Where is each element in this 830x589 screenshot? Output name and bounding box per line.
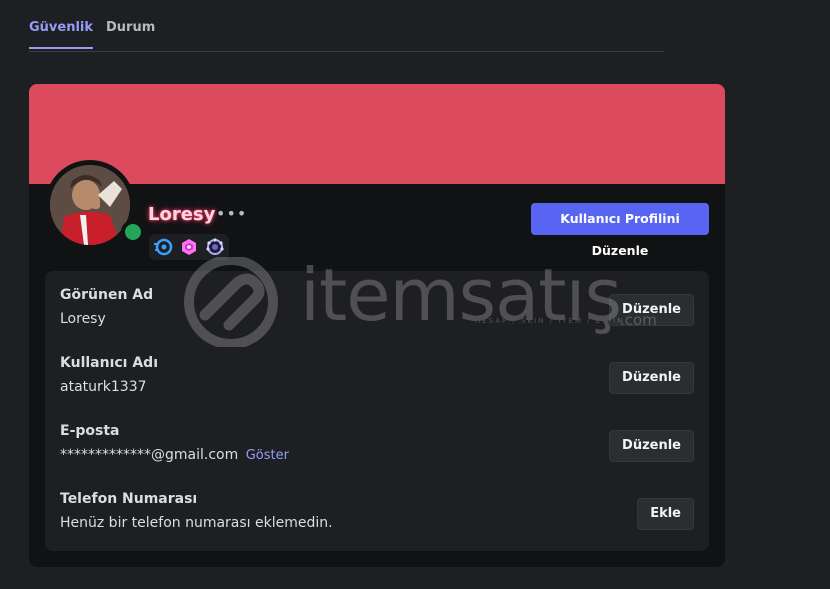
settings-tabs: Güvenlik Durum	[29, 0, 664, 52]
field-value: Loresy	[60, 311, 106, 327]
field-value: *************@gmail.com Göster	[60, 447, 289, 463]
hypesquad-gem-badge-icon[interactable]	[179, 237, 199, 257]
tab-security[interactable]: Güvenlik	[29, 20, 94, 49]
edit-email-button[interactable]: Düzenle	[609, 430, 694, 462]
more-options-icon[interactable]: •••	[216, 204, 247, 223]
avatar[interactable]	[50, 165, 130, 245]
field-value: Henüz bir telefon numarası eklemedin.	[60, 515, 333, 531]
edit-display-name-button[interactable]: Düzenle	[609, 294, 694, 326]
add-phone-button[interactable]: Ekle	[637, 498, 694, 530]
avatar-photo	[50, 165, 130, 245]
field-username: Kullanıcı Adı ataturk1337 Düzenle	[60, 355, 694, 405]
online-status-icon	[125, 224, 141, 240]
reveal-email-link[interactable]: Göster	[246, 448, 289, 463]
edit-username-button[interactable]: Düzenle	[609, 362, 694, 394]
nitro-laurel-badge-icon[interactable]	[205, 237, 225, 257]
status-indicator	[121, 220, 145, 244]
email-masked-value: *************@gmail.com	[60, 447, 239, 463]
field-display-name: Görünen Ad Loresy Düzenle	[60, 287, 694, 337]
field-phone: Telefon Numarası Henüz bir telefon numar…	[60, 491, 694, 541]
profile-banner	[29, 84, 725, 184]
field-label: Görünen Ad	[60, 287, 154, 303]
account-fields: Görünen Ad Loresy Düzenle Kullanıcı Adı …	[45, 271, 709, 551]
profile-card: Loresy ••• Kullanıcı Profilini Düzenle G…	[29, 84, 725, 567]
badge-list	[149, 234, 229, 260]
boost-badge-icon[interactable]	[153, 237, 173, 257]
tab-status[interactable]: Durum	[106, 20, 155, 47]
field-email: E-posta *************@gmail.com Göster D…	[60, 423, 694, 473]
avatar-wrapper	[45, 160, 145, 250]
profile-username: Loresy	[148, 204, 216, 225]
edit-user-profile-button[interactable]: Kullanıcı Profilini Düzenle	[531, 203, 709, 258]
field-label: E-posta	[60, 423, 120, 439]
field-value: ataturk1337	[60, 379, 147, 395]
field-label: Telefon Numarası	[60, 491, 198, 507]
field-label: Kullanıcı Adı	[60, 355, 159, 371]
